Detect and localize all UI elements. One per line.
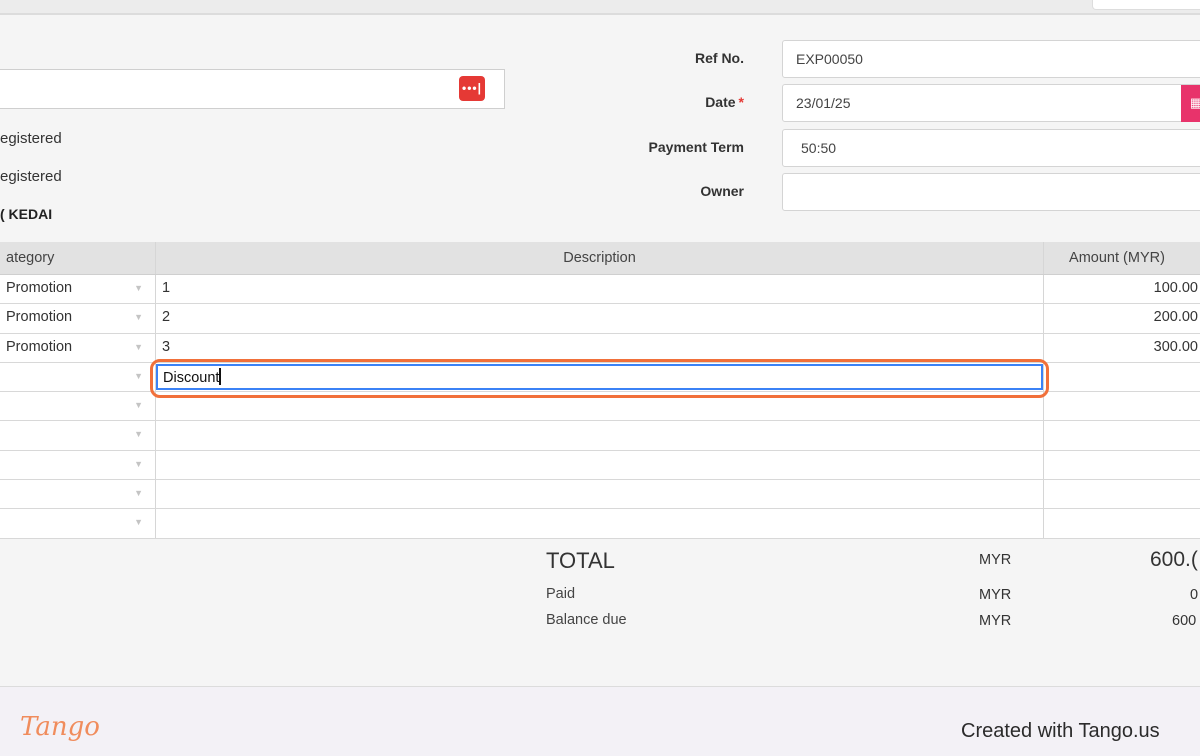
table-row[interactable]: Promotion ▼ 1 100.00 — [0, 275, 1200, 305]
vendor-field[interactable] — [0, 69, 505, 109]
owner-label: Owner — [700, 183, 744, 199]
description-cell[interactable]: 2 — [156, 304, 1044, 333]
balance-due-label: Balance due — [546, 612, 627, 628]
more-icon: •••| — [462, 81, 482, 95]
category-value: Promotion — [6, 280, 73, 296]
amount-cell[interactable] — [1044, 480, 1200, 508]
amount-cell[interactable]: 300.00 — [1044, 334, 1200, 362]
category-value: Promotion — [6, 309, 73, 326]
table-row[interactable]: ▼ — [0, 421, 1200, 451]
date-label: Date * — [584, 94, 744, 110]
description-cell[interactable] — [156, 509, 1044, 538]
paid-value: 0 — [1190, 587, 1199, 603]
category-select[interactable]: ▼ — [0, 480, 156, 509]
category-select[interactable]: ▼ — [0, 392, 156, 421]
date-label-text: Date — [705, 94, 736, 110]
dropdown-caret-icon: ▼ — [134, 283, 143, 293]
amount-cell[interactable]: 200.00 — [1044, 304, 1200, 332]
ref-no-field[interactable]: EXP00050 — [782, 40, 1200, 78]
amount-cell[interactable] — [1044, 509, 1200, 537]
calendar-icon: ▦ — [1189, 95, 1200, 110]
table-header: ategory Description Amount (MYR) — [0, 242, 1200, 275]
total-currency: MYR — [979, 552, 1012, 568]
amount-cell[interactable]: 100.00 — [1044, 275, 1200, 303]
app-window: •••| egistered egistered ( KEDAI Ref No.… — [0, 0, 1200, 756]
category-value: Promotion — [6, 338, 73, 355]
table-row[interactable]: Promotion ▼ 2 200.00 — [0, 304, 1200, 334]
amount-cell[interactable] — [1044, 363, 1200, 391]
dropdown-caret-icon: ▼ — [134, 341, 143, 352]
amount-cell[interactable] — [1044, 421, 1200, 449]
table-row[interactable]: ▼ — [0, 509, 1200, 539]
description-cell[interactable]: 3 — [156, 333, 1044, 362]
description-cell[interactable] — [156, 450, 1044, 480]
top-bar — [0, 0, 1200, 15]
payment-term-field[interactable]: 50:50 — [782, 129, 1200, 167]
paid-label: Paid — [546, 586, 576, 602]
category-select[interactable]: ▼ — [0, 362, 156, 392]
top-tab[interactable] — [1092, 0, 1200, 10]
step-highlight — [150, 359, 1049, 398]
dropdown-caret-icon: ▼ — [134, 312, 143, 323]
total-value: 600.( — [1150, 548, 1198, 571]
date-field[interactable]: 23/01/25 — [782, 84, 1200, 122]
owner-field[interactable] — [782, 173, 1200, 211]
dropdown-caret-icon: ▼ — [134, 370, 143, 381]
amount-cell[interactable] — [1044, 451, 1200, 479]
category-select[interactable]: Promotion ▼ — [0, 275, 156, 304]
required-marker: * — [738, 94, 744, 110]
total-label: TOTAL — [546, 548, 615, 573]
amount-cell[interactable] — [1044, 392, 1200, 420]
dropdown-caret-icon: ▼ — [134, 400, 143, 411]
vendor-info-name: ( KEDAI — [0, 206, 53, 222]
tango-logo: Tango — [20, 712, 100, 742]
vendor-info-registered-1: egistered — [0, 130, 62, 147]
header-category[interactable]: ategory — [0, 242, 156, 274]
category-select[interactable]: ▼ — [0, 421, 156, 450]
dropdown-caret-icon: ▼ — [134, 429, 143, 440]
description-cell[interactable] — [156, 421, 1044, 450]
ref-no-label: Ref No. — [695, 50, 744, 66]
header-amount[interactable]: Amount (MYR) — [1044, 242, 1200, 274]
payment-term-label: Payment Term — [648, 139, 744, 155]
created-with-text: Created with Tango.us — [961, 720, 1160, 742]
header-description[interactable]: Description — [156, 242, 1044, 274]
dropdown-caret-icon: ▼ — [134, 458, 143, 469]
category-select[interactable]: ▼ — [0, 450, 156, 480]
dropdown-caret-icon: ▼ — [134, 517, 143, 528]
description-cell[interactable] — [156, 480, 1044, 509]
vendor-lookup-button[interactable]: •••| — [459, 76, 485, 101]
table-row[interactable]: ▼ — [0, 450, 1200, 481]
table-row[interactable]: ▼ — [0, 480, 1200, 510]
category-select[interactable]: Promotion ▼ — [0, 333, 156, 362]
balance-due-currency: MYR — [979, 613, 1012, 629]
dropdown-caret-icon: ▼ — [134, 488, 143, 499]
vendor-info-registered-2: egistered — [0, 168, 62, 185]
paid-currency: MYR — [979, 587, 1012, 603]
description-cell[interactable]: 1 — [156, 275, 1044, 304]
category-select[interactable]: ▼ — [0, 509, 156, 538]
balance-due-value: 600 — [1172, 613, 1197, 629]
calendar-button[interactable]: ▦ — [1181, 85, 1200, 122]
category-select[interactable]: Promotion ▼ — [0, 304, 156, 333]
